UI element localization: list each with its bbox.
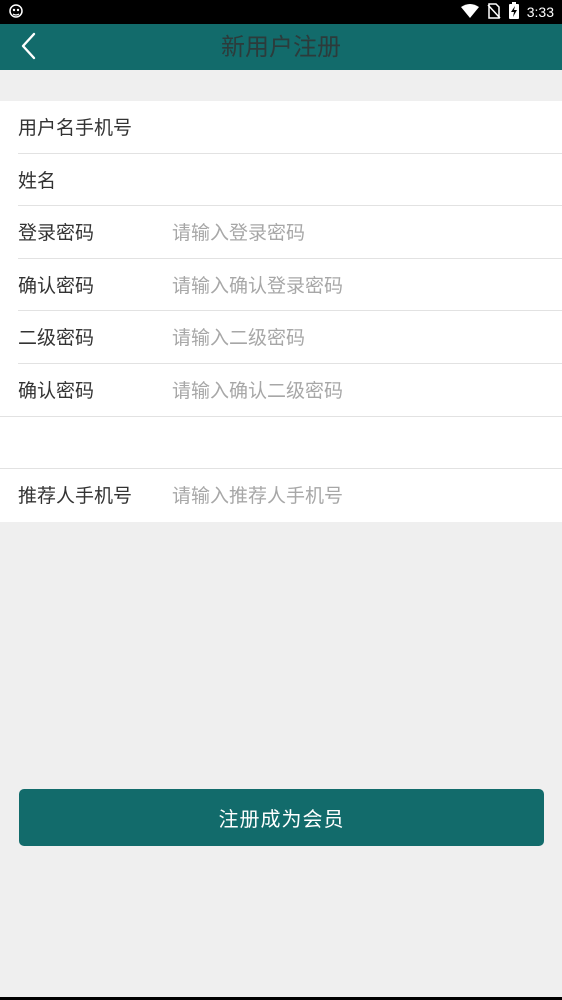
referrer-phone-input[interactable]	[172, 477, 542, 515]
app-bar: 新用户注册	[0, 24, 562, 70]
no-sim-icon	[487, 2, 501, 22]
form-row-login-password: 登录密码	[0, 206, 562, 258]
status-bar: 3:33	[0, 0, 562, 24]
secondary-password-input[interactable]	[172, 319, 542, 357]
divider	[0, 416, 562, 417]
app-notification-icon	[8, 3, 24, 25]
form-row-confirm-login-password: 确认密码	[0, 259, 562, 311]
form-row-confirm-secondary-password: 确认密码	[0, 364, 562, 416]
confirm-login-password-label: 确认密码	[18, 275, 95, 297]
form-row-name: 姓名	[0, 154, 562, 206]
secondary-password-label: 二级密码	[18, 327, 95, 349]
referrer-phone-label: 推荐人手机号	[18, 485, 133, 507]
form-row-username: 用户名手机号	[0, 101, 562, 153]
registration-form: 用户名手机号 姓名 登录密码 确认密码 二级密码 确认密码 推荐人手机号	[0, 101, 562, 522]
username-input[interactable]	[172, 109, 542, 147]
battery-charging-icon	[508, 2, 519, 22]
name-input[interactable]	[172, 162, 542, 200]
login-password-input[interactable]	[172, 214, 542, 252]
confirm-secondary-password-input[interactable]	[172, 372, 542, 410]
login-password-label: 登录密码	[18, 222, 95, 244]
form-row-referrer-phone: 推荐人手机号	[0, 469, 562, 521]
back-arrow-icon	[20, 32, 36, 64]
wifi-icon	[460, 3, 479, 21]
form-row-secondary-password: 二级密码	[0, 311, 562, 363]
confirm-login-password-input[interactable]	[172, 267, 542, 305]
status-time: 3:33	[526, 4, 554, 20]
back-button[interactable]	[14, 32, 42, 64]
register-button[interactable]: 注册成为会员	[19, 789, 544, 846]
page-title: 新用户注册	[221, 33, 341, 61]
username-label: 用户名手机号	[18, 117, 133, 139]
confirm-secondary-password-label: 确认密码	[18, 380, 95, 402]
name-label: 姓名	[18, 170, 57, 192]
